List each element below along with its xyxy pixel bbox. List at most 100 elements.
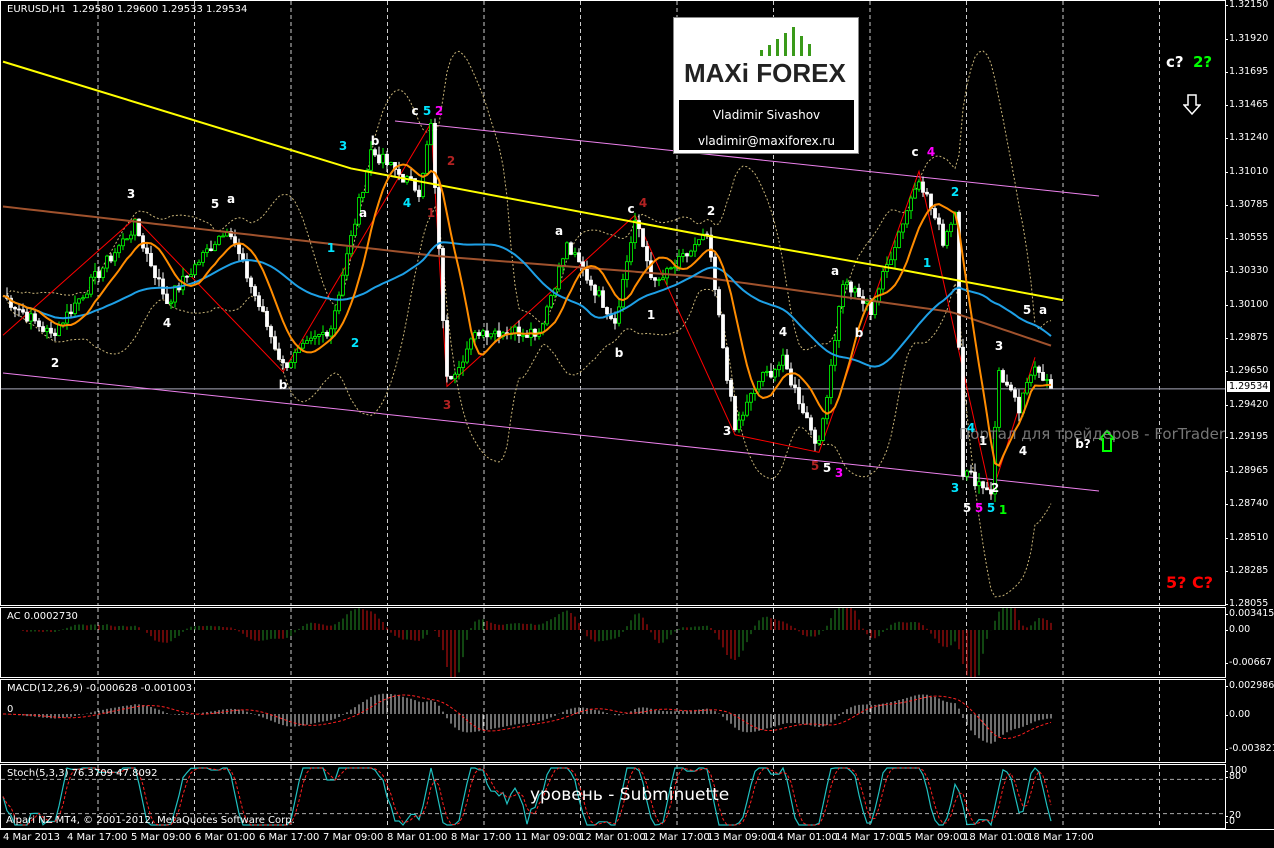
main-chart-pane[interactable]: EURUSD,H1 1.29580 1.29600 1.29533 1.2953… <box>0 0 1226 606</box>
wave-level-caption: уровень - Subminuette <box>530 785 730 805</box>
bear-candle <box>857 287 861 297</box>
bull-candle <box>893 247 897 261</box>
time-tick: 6 Mar 17:00 <box>259 832 320 843</box>
time-tick: 5 Mar 09:00 <box>131 832 192 843</box>
bear-candle <box>109 255 113 262</box>
bear-candle <box>265 310 269 327</box>
label-5-c-question: 5? C? <box>1166 573 1214 592</box>
bull-candle <box>469 338 473 350</box>
bull-candle <box>1045 379 1049 381</box>
bull-candle <box>1025 382 1029 394</box>
bull-candle <box>289 362 293 368</box>
bear-candle <box>709 234 713 258</box>
ac-indicator-pane[interactable]: AC 0.0002730 <box>0 607 1226 678</box>
bull-candle <box>881 271 885 290</box>
time-axis[interactable]: 4 Mar 2013 4 Mar 17:00 5 Mar 09:00 6 Mar 01… <box>0 829 1274 848</box>
bull-candle <box>765 370 769 373</box>
price-tick: 1.31695 <box>1224 65 1269 77</box>
bull-candle <box>781 354 785 366</box>
bull-candle <box>617 306 621 324</box>
bear-candle <box>805 412 809 419</box>
bear-candle <box>417 189 421 198</box>
bear-candle <box>69 311 73 315</box>
price-tick: 1.29875 <box>1224 331 1269 343</box>
bull-candle <box>489 333 493 338</box>
price-tick: 1.31920 <box>1224 32 1269 44</box>
wave-label: a <box>554 223 564 238</box>
bear-candle <box>937 217 941 225</box>
time-tick: 14 Mar 17:00 <box>835 832 902 843</box>
macd-tick: 0.002986 <box>1224 680 1274 691</box>
bull-candle <box>833 340 837 366</box>
bear-candle <box>721 314 725 349</box>
bear-candle <box>157 277 161 280</box>
wave-label: 2 <box>350 336 360 351</box>
bull-candle <box>761 372 765 382</box>
price-tick: 1.31240 <box>1224 132 1269 144</box>
time-tick: 7 Mar 09:00 <box>323 832 384 843</box>
wave-label: 2 <box>950 184 960 199</box>
bear-candle <box>933 208 937 219</box>
wave-label: 3 <box>442 397 452 412</box>
bull-candle <box>465 348 469 363</box>
bear-candle <box>653 277 657 281</box>
wave-label: 4 <box>162 315 172 330</box>
bear-candle <box>53 332 57 337</box>
bull-candle <box>77 298 81 304</box>
wave-label: 3 <box>338 139 348 154</box>
bear-candle <box>921 181 925 193</box>
bear-candle <box>145 247 149 254</box>
wave-label: 1 <box>426 205 436 220</box>
author-email[interactable]: vladimir@maxiforex.ru <box>679 128 854 154</box>
bear-candle <box>589 279 593 286</box>
bear-candle <box>17 308 21 311</box>
bull-candle <box>913 188 917 199</box>
bull-candle <box>129 234 133 240</box>
wave-label: 4 <box>778 325 788 340</box>
wave-label: 3 <box>722 423 732 438</box>
label-2-question: 2? <box>1193 53 1213 71</box>
price-tick: 1.28510 <box>1224 531 1269 543</box>
logo-bars-icon <box>760 26 811 56</box>
price-tick: 1.30100 <box>1224 298 1269 310</box>
bear-candle <box>1049 379 1053 389</box>
time-tick: 14 Mar 01:00 <box>771 832 838 843</box>
bull-candle <box>461 361 465 368</box>
bear-candle <box>21 309 25 313</box>
bull-candle <box>113 252 117 262</box>
price-axis[interactable]: 1.29534 1.32150 1.31920 1.31695 1.31465 1.31… <box>1224 0 1274 829</box>
macd-tick: -0.003821 <box>1225 744 1274 754</box>
bear-candle <box>593 284 597 296</box>
bear-candle <box>37 320 41 327</box>
price-tick: 1.30555 <box>1224 232 1269 244</box>
bull-candle <box>45 327 49 332</box>
bear-candle <box>149 253 153 267</box>
bull-candle <box>681 253 685 257</box>
bull-candle <box>73 302 77 315</box>
bear-candle <box>233 236 237 244</box>
bull-candle <box>313 335 317 339</box>
macd-indicator-pane[interactable]: MACD(12,26,9) -0.000628 -0.001003 0 <box>0 679 1226 763</box>
bull-candle <box>81 297 85 300</box>
bear-candle <box>241 253 245 261</box>
wave-label: a <box>358 205 368 220</box>
bull-candle <box>365 169 369 193</box>
bear-candle <box>717 289 721 316</box>
time-tick: 18 Mar 01:00 <box>963 832 1030 843</box>
wave-label: 3 <box>126 187 136 202</box>
bull-candle <box>661 277 665 280</box>
bull-candle <box>965 470 969 477</box>
price-tick: 1.31465 <box>1224 99 1269 111</box>
bull-candle <box>845 281 849 286</box>
bull-candle <box>745 401 749 416</box>
price-tick: 1.30785 <box>1224 198 1269 210</box>
bull-candle <box>853 287 857 293</box>
time-tick: 15 Mar 09:00 <box>899 832 966 843</box>
wave-label: 4 <box>926 145 936 160</box>
wave-label: 2 <box>50 355 60 370</box>
bull-candle <box>689 250 693 257</box>
bull-candle <box>889 259 893 266</box>
wave-label: 1 <box>922 255 932 270</box>
price-tick: 1.29195 <box>1224 431 1269 443</box>
bull-candle <box>481 330 485 336</box>
